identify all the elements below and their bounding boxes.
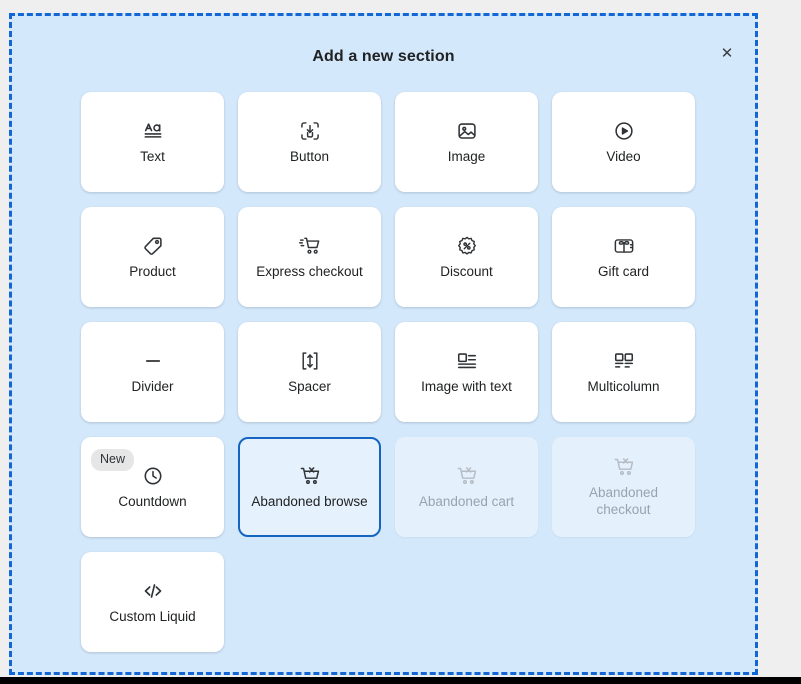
section-card-label: Discount xyxy=(440,263,493,279)
screen-root: Add a new section ✕ Text Button Image Video… xyxy=(0,0,801,684)
section-card-abandoned-checkout: Abandoned checkout xyxy=(552,437,695,537)
clock-icon xyxy=(142,465,164,487)
section-card-label: Video xyxy=(606,148,641,164)
abandoned-cart-icon xyxy=(299,465,321,487)
section-card-label: Gift card xyxy=(597,263,649,279)
section-card-discount[interactable]: Discount xyxy=(395,207,538,307)
section-card-abandoned-cart: Abandoned cart xyxy=(395,437,538,537)
section-card-label: Button xyxy=(289,148,330,164)
discount-percent-icon xyxy=(456,235,478,257)
section-card-multicolumn[interactable]: Multicolumn xyxy=(552,322,695,422)
section-card-gift-card[interactable]: Gift card xyxy=(552,207,695,307)
section-card-label: Text xyxy=(140,148,165,164)
new-badge: New xyxy=(91,449,135,471)
section-card-label: Abandoned cart xyxy=(418,493,515,509)
abandoned-cart-icon xyxy=(456,465,478,487)
section-card-label: Countdown xyxy=(118,493,187,509)
section-card-express-checkout[interactable]: Express checkout xyxy=(238,207,381,307)
bottom-strip xyxy=(0,677,801,684)
close-icon[interactable]: ✕ xyxy=(713,39,741,67)
section-card-countdown[interactable]: New Countdown xyxy=(81,437,224,537)
section-card-label: Image xyxy=(447,148,486,164)
section-card-abandoned-browse[interactable]: Abandoned browse xyxy=(238,437,381,537)
section-card-divider[interactable]: Divider xyxy=(81,322,224,422)
section-card-label: Express checkout xyxy=(256,263,363,279)
gift-card-icon xyxy=(613,235,635,257)
image-with-text-icon xyxy=(456,350,478,372)
section-card-label: Abandoned checkout xyxy=(588,485,659,517)
section-card-video[interactable]: Video xyxy=(552,92,695,192)
section-card-label: Product xyxy=(129,263,176,279)
image-icon xyxy=(456,120,478,142)
section-card-label: Multicolumn xyxy=(587,378,660,394)
section-card-button[interactable]: Button xyxy=(238,92,381,192)
video-play-icon xyxy=(613,120,635,142)
button-click-icon xyxy=(299,120,321,142)
section-card-image-with-text[interactable]: Image with text xyxy=(395,322,538,422)
page-title: Add a new section xyxy=(312,48,455,65)
section-card-spacer[interactable]: Spacer xyxy=(238,322,381,422)
product-tag-icon xyxy=(142,235,164,257)
section-card-label: Abandoned browse xyxy=(251,493,368,509)
abandoned-cart-icon xyxy=(613,456,635,478)
section-card-product[interactable]: Product xyxy=(81,207,224,307)
section-card-label: Custom Liquid xyxy=(109,608,196,624)
add-section-modal: Add a new section ✕ Text Button Image Video… xyxy=(9,13,758,675)
section-card-custom-liquid[interactable]: Custom Liquid xyxy=(81,552,224,652)
modal-header: Add a new section ✕ xyxy=(12,16,755,88)
section-card-label: Divider xyxy=(131,378,174,394)
spacer-arrows-icon xyxy=(299,350,321,372)
section-type-grid: Text Button Image Video Product Express check… xyxy=(81,92,696,652)
section-card-text[interactable]: Text xyxy=(81,92,224,192)
divider-line-icon xyxy=(142,350,164,372)
multicolumn-icon xyxy=(613,350,635,372)
code-icon xyxy=(142,580,164,602)
section-card-label: Image with text xyxy=(421,378,512,394)
section-card-label: Spacer xyxy=(288,378,331,394)
section-card-image[interactable]: Image xyxy=(395,92,538,192)
express-cart-icon xyxy=(298,235,321,257)
text-aa-icon xyxy=(142,120,164,142)
